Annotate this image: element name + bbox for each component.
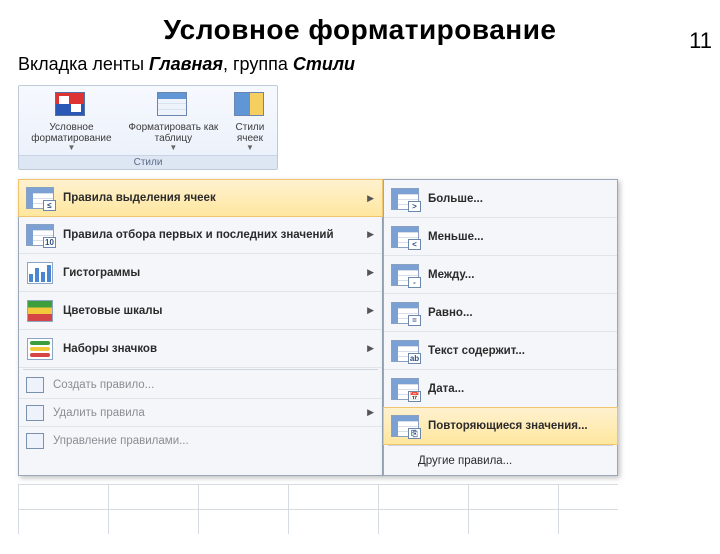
menu-item-top-bottom-rules[interactable]: 10 Правила отбора первых и последних зна… — [19, 216, 382, 254]
subtitle-mid: , группа — [223, 54, 293, 74]
menu-separator — [388, 445, 613, 446]
menu-item-other-rules[interactable]: Другие правила... — [384, 447, 617, 475]
menu-item-greater-than[interactable]: > Больше... — [384, 180, 617, 218]
greater-than-icon: > — [390, 186, 420, 212]
submenu-arrow-icon: ▶ — [367, 305, 374, 316]
less-than-icon: < — [390, 224, 420, 250]
menu-item-label: Меньше... — [428, 231, 609, 243]
menu-separator — [23, 369, 378, 370]
menu-item-less-than[interactable]: < Меньше... — [384, 218, 617, 256]
menu-item-label: Больше... — [428, 193, 609, 205]
submenu-arrow-icon: ▶ — [367, 229, 374, 240]
duplicate-values-icon: ⎘ — [390, 413, 420, 439]
ribbon-cell-styles-button[interactable]: Стили ячеек ▼ — [225, 90, 275, 155]
submenu-arrow-icon: ▶ — [367, 193, 374, 204]
dropdown-arrow-icon: ▼ — [169, 144, 177, 153]
highlight-cells-icon: ≤ — [25, 185, 55, 211]
manage-rules-icon — [25, 432, 45, 450]
dropdown-arrow-icon: ▼ — [67, 144, 75, 153]
menu-item-equal-to[interactable]: = Равно... — [384, 294, 617, 332]
ribbon-format-as-table-button[interactable]: Форматировать как таблицу ▼ — [122, 90, 225, 155]
between-icon: ‑ — [390, 262, 420, 288]
ribbon-conditional-formatting-button[interactable]: Условное форматирование ▼ — [21, 90, 122, 155]
menu-item-label: Повторяющиеся значения... — [428, 420, 609, 432]
page-subtitle: Вкладка ленты Главная, группа Стили — [18, 54, 720, 75]
menu-item-label: Гистограммы — [63, 267, 361, 279]
new-rule-icon — [25, 376, 45, 394]
menu-item-date-occurring[interactable]: 📅 Дата... — [384, 370, 617, 408]
page-title: Условное форматирование — [0, 14, 720, 46]
menu-item-clear-rules[interactable]: Удалить правила ▶ — [19, 399, 382, 427]
menu-item-label: Создать правило... — [53, 379, 374, 391]
conditional-formatting-icon — [55, 92, 87, 120]
ribbon-fat-label: Форматировать как таблицу — [126, 122, 221, 144]
ribbon-group-styles: Условное форматирование ▼ Форматировать … — [18, 85, 278, 170]
menu-item-label: Правила отбора первых и последних значен… — [63, 229, 361, 241]
clear-rules-icon — [25, 404, 45, 422]
data-bars-icon — [25, 260, 55, 286]
highlight-cells-submenu: > Больше... < Меньше... ‑ Между... = Рав… — [383, 179, 618, 476]
submenu-arrow-icon: ▶ — [367, 407, 374, 418]
menu-item-label: Удалить правила — [53, 407, 361, 419]
menu-item-label: Дата... — [428, 383, 609, 395]
menu-item-highlight-cells-rules[interactable]: ≤ Правила выделения ячеек ▶ — [18, 179, 383, 217]
spreadsheet-grid-background — [18, 484, 618, 534]
menu-item-duplicate-values[interactable]: ⎘ Повторяющиеся значения... — [383, 407, 618, 445]
ribbon-cs-label: Стили ячеек — [229, 122, 271, 144]
menu-item-label: Равно... — [428, 307, 609, 319]
menu-item-data-bars[interactable]: Гистограммы ▶ — [19, 254, 382, 292]
blank-icon — [390, 452, 410, 470]
menu-item-manage-rules[interactable]: Управление правилами... — [19, 427, 382, 455]
menu-item-label: Правила выделения ячеек — [63, 192, 361, 204]
equal-to-icon: = — [390, 300, 420, 326]
subtitle-prefix: Вкладка ленты — [18, 54, 149, 74]
conditional-formatting-menu: ≤ Правила выделения ячеек ▶ 10 Правила о… — [18, 179, 383, 476]
page-number: 11 — [689, 28, 712, 54]
menu-item-label: Текст содержит... — [428, 345, 609, 357]
color-scales-icon — [25, 298, 55, 324]
cell-styles-icon — [234, 92, 266, 120]
submenu-arrow-icon: ▶ — [367, 343, 374, 354]
subtitle-tab-name: Главная — [149, 54, 223, 74]
text-contains-icon: ab — [390, 338, 420, 364]
ribbon-cf-label: Условное форматирование — [25, 122, 118, 144]
top-bottom-icon: 10 — [25, 222, 55, 248]
icon-sets-icon — [25, 336, 55, 362]
menu-item-color-scales[interactable]: Цветовые шкалы ▶ — [19, 292, 382, 330]
menu-item-label: Наборы значков — [63, 343, 361, 355]
menu-item-new-rule[interactable]: Создать правило... — [19, 371, 382, 399]
submenu-arrow-icon: ▶ — [367, 267, 374, 278]
format-as-table-icon — [157, 92, 189, 120]
date-icon: 📅 — [390, 376, 420, 402]
subtitle-group-name: Стили — [293, 54, 355, 74]
menu-item-label: Управление правилами... — [53, 435, 374, 447]
menu-item-label: Между... — [428, 269, 609, 281]
menu-item-between[interactable]: ‑ Между... — [384, 256, 617, 294]
menu-item-icon-sets[interactable]: Наборы значков ▶ — [19, 330, 382, 368]
menu-item-label: Другие правила... — [418, 455, 609, 467]
menu-item-label: Цветовые шкалы — [63, 305, 361, 317]
dropdown-arrow-icon: ▼ — [246, 144, 254, 153]
ribbon-group-label: Стили — [19, 155, 277, 169]
menu-item-text-contains[interactable]: ab Текст содержит... — [384, 332, 617, 370]
